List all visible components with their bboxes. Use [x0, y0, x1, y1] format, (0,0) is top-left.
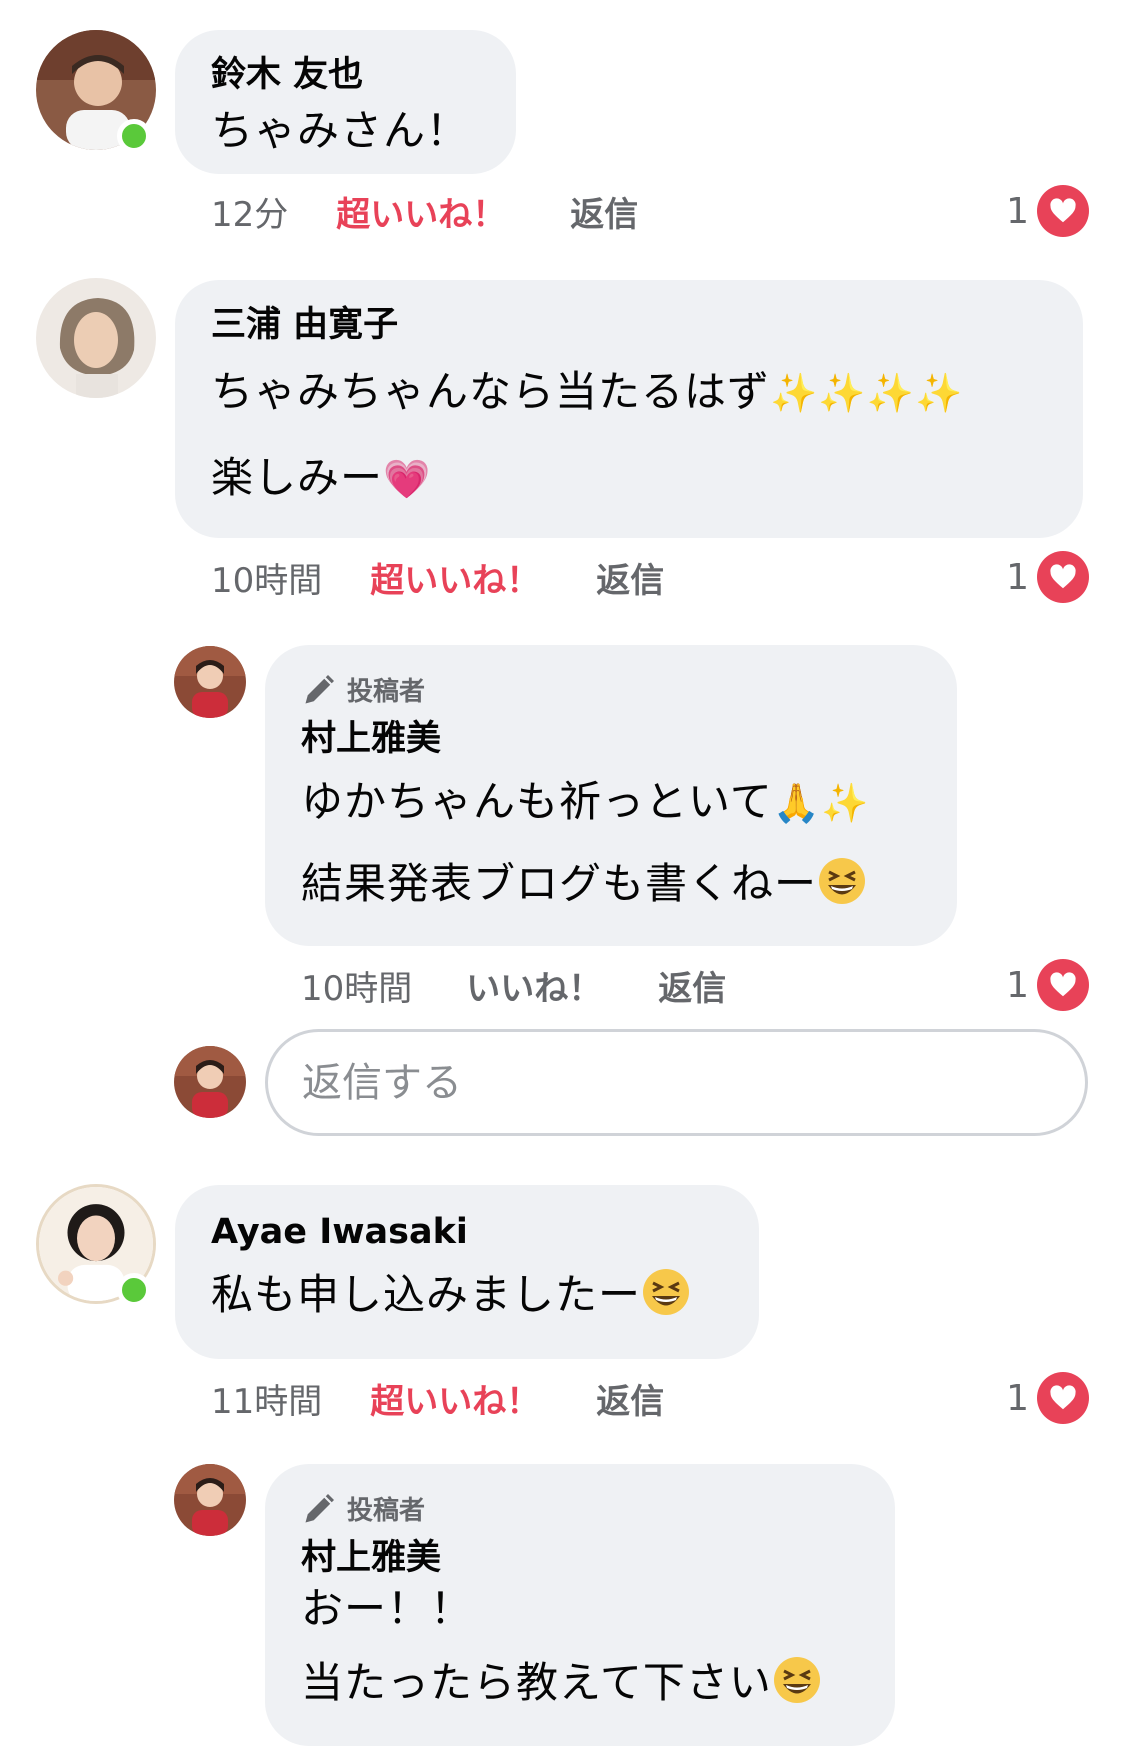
like-button[interactable]: 超いいね！ — [370, 1374, 540, 1423]
comment-author[interactable]: 三浦 由寛子 — [211, 302, 1047, 348]
comment-bubble[interactable]: Ayae Iwasaki 私も申し込みましたー — [175, 1185, 759, 1359]
comment-text: ゆかちゃんも祈っといて🙏✨ — [301, 777, 870, 826]
reaction-summary[interactable]: 1 — [1006, 184, 1089, 238]
author-badge: 投稿者 — [301, 671, 921, 708]
reaction-count: 1 — [1006, 556, 1029, 598]
comment-text: 私も申し込みましたー — [211, 1255, 723, 1335]
heart-icon — [1037, 1372, 1089, 1424]
avatar[interactable] — [174, 1464, 246, 1536]
comment-time[interactable]: 11時間 — [211, 1374, 322, 1423]
online-status-icon — [117, 1273, 151, 1307]
reply-button[interactable]: 返信 — [658, 961, 726, 1010]
grinning-squinting-face-emoji — [819, 858, 866, 904]
comment-actions: 10時間 超いいね！ 返信 — [211, 552, 664, 602]
author-badge: 投稿者 — [301, 1490, 859, 1527]
author-badge-label: 投稿者 — [347, 1496, 426, 1526]
comment-text: 当たったら教えて下さい — [301, 1637, 859, 1729]
like-button[interactable]: 超いいね！ — [370, 553, 540, 602]
comment-time[interactable]: 10時間 — [301, 961, 412, 1010]
reply-button[interactable]: 返信 — [596, 1374, 664, 1423]
comment-time[interactable]: 12分 — [211, 187, 288, 236]
comment-text: 楽しみー💗 — [211, 453, 432, 502]
comment-author[interactable]: 鈴木 友也 — [211, 52, 480, 98]
comment-actions: 12分 超いいね！ 返信 — [211, 186, 638, 236]
comment-text: おー！！ — [301, 1584, 474, 1633]
heart-icon — [1037, 551, 1089, 603]
reply-input[interactable] — [302, 1059, 1085, 1106]
grinning-squinting-face-emoji — [643, 1269, 690, 1315]
comment-text: 結果発表ブログも書くねー — [301, 843, 921, 925]
comment-bubble[interactable]: 鈴木 友也 ちゃみさん！ — [175, 30, 516, 174]
reaction-count: 1 — [1006, 1377, 1029, 1419]
avatar[interactable] — [36, 278, 156, 398]
comment-author[interactable]: Ayae Iwasaki — [211, 1209, 723, 1255]
heart-icon — [1037, 959, 1089, 1011]
comment-text: ちゃみちゃんなら当たるはず✨✨✨✨ — [211, 367, 964, 416]
reaction-summary[interactable]: 1 — [1006, 958, 1089, 1012]
like-button[interactable]: 超いいね！ — [336, 187, 506, 236]
like-button[interactable]: いいね！ — [466, 961, 602, 1010]
reply-button[interactable]: 返信 — [596, 553, 664, 602]
sparkles-emoji: ✨✨✨✨ — [770, 371, 964, 415]
grinning-squinting-face-emoji — [773, 1657, 820, 1703]
reply-button[interactable]: 返信 — [570, 187, 638, 236]
current-user-avatar[interactable] — [174, 1046, 246, 1118]
comment-time[interactable]: 10時間 — [211, 553, 322, 602]
avatar[interactable] — [174, 646, 246, 718]
online-status-icon — [117, 119, 151, 153]
comment-bubble[interactable]: 三浦 由寛子 ちゃみちゃんなら当たるはず✨✨✨✨ 楽しみー💗 — [175, 280, 1083, 538]
reaction-count: 1 — [1006, 964, 1029, 1006]
pencil-icon — [305, 674, 334, 703]
heart-icon — [1037, 185, 1089, 237]
reaction-summary[interactable]: 1 — [1006, 1371, 1089, 1425]
comment-actions: 11時間 超いいね！ 返信 — [211, 1373, 664, 1423]
growing-heart-emoji: 💗 — [383, 457, 432, 501]
comment-author[interactable]: 村上雅美 — [301, 716, 921, 762]
sparkles-emoji: ✨ — [821, 781, 870, 825]
comment-actions: 10時間 いいね！ 返信 — [301, 960, 726, 1010]
comment-bubble[interactable]: 投稿者 村上雅美 ゆかちゃんも祈っといて🙏✨ 結果発表ブログも書くねー — [265, 645, 957, 946]
reply-input-container[interactable] — [265, 1029, 1088, 1136]
comment-author[interactable]: 村上雅美 — [301, 1535, 859, 1581]
reaction-count: 1 — [1006, 190, 1029, 232]
comment-text: ちゃみさん！ — [211, 106, 470, 155]
folded-hands-emoji: 🙏 — [772, 781, 822, 825]
author-badge-label: 投稿者 — [347, 677, 426, 707]
pencil-icon — [305, 1493, 334, 1522]
reaction-summary[interactable]: 1 — [1006, 550, 1089, 604]
comment-bubble[interactable]: 投稿者 村上雅美 おー！！ 当たったら教えて下さい — [265, 1464, 895, 1746]
